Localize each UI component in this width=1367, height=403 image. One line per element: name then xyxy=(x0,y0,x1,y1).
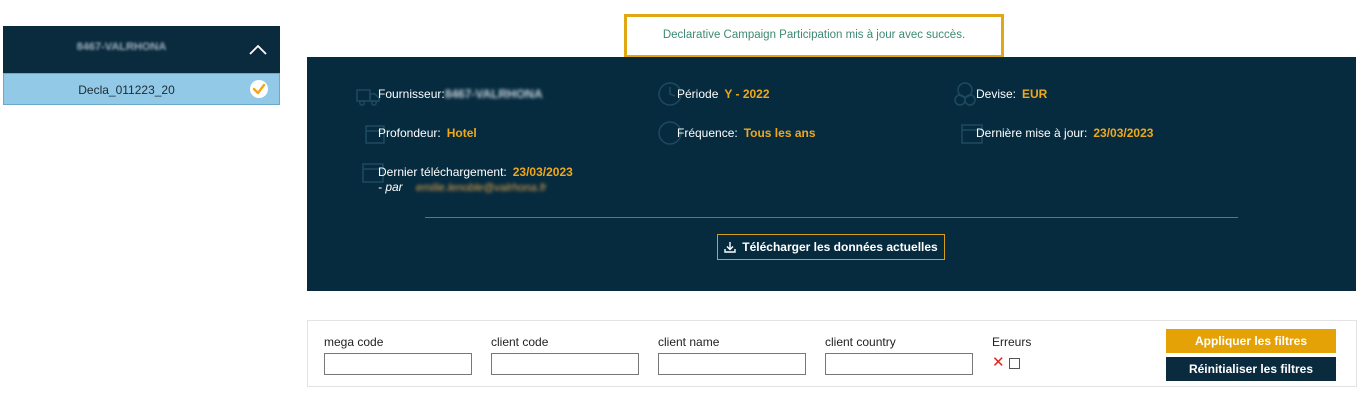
chevron-up-icon[interactable] xyxy=(248,40,268,60)
fournisseur-label: Fournisseur: xyxy=(378,87,445,101)
frequence-value: Tous les ans xyxy=(743,126,816,140)
mega-code-label: mega code xyxy=(324,335,384,349)
errors-label: Erreurs xyxy=(992,335,1032,349)
download-button-label: Télécharger les données actuelles xyxy=(742,240,938,254)
fournisseur-value: 8467-VALRHONA xyxy=(444,87,543,101)
apply-filters-button[interactable]: Appliquer les filtres xyxy=(1166,329,1336,353)
client-code-label: client code xyxy=(491,335,549,349)
client-country-label: client country xyxy=(825,335,896,349)
dernier-telechargement-value: 23/03/2023 xyxy=(512,165,573,179)
par-email: emilie.lenoble@valrhona.fr xyxy=(416,182,547,194)
fournisseur-field: Fournisseur:8467-VALRHONA xyxy=(378,87,543,101)
profondeur-label: Profondeur: xyxy=(378,126,441,140)
dernier-telechargement-field: Dernier téléchargement: 23/03/2023 xyxy=(378,165,573,179)
close-icon[interactable]: ✕ xyxy=(992,355,1005,370)
derniere-maj-field: Dernière mise à jour: 23/03/2023 xyxy=(976,126,1153,140)
filter-bar: mega code client code client name client… xyxy=(307,320,1357,387)
frequence-label: Fréquence: xyxy=(677,126,738,140)
supplier-name: 8467-VALRHONA xyxy=(76,41,167,53)
client-name-label: client name xyxy=(658,335,720,349)
reset-filters-button[interactable]: Réinitialiser les filtres xyxy=(1166,357,1336,381)
profondeur-field: Profondeur: Hotel xyxy=(378,126,477,140)
frequence-field: Fréquence: Tous les ans xyxy=(677,126,816,140)
dernier-telechargement-label: Dernier téléchargement: xyxy=(378,165,507,179)
derniere-maj-value: 23/03/2023 xyxy=(1093,126,1154,140)
download-icon xyxy=(724,242,736,253)
sidebar-item-selected[interactable]: Decla_011223_20 xyxy=(3,73,280,105)
profondeur-value: Hotel xyxy=(446,126,477,140)
client-code-input[interactable] xyxy=(491,353,639,375)
sidebar-item-label: Decla_011223_20 xyxy=(78,83,175,97)
devise-field: Devise: EUR xyxy=(976,87,1047,101)
devise-value: EUR xyxy=(1022,87,1048,101)
devise-label: Devise: xyxy=(976,87,1017,101)
success-toast: Declarative Campaign Participation mis à… xyxy=(624,14,1004,58)
check-circle-icon xyxy=(250,80,268,98)
panel-divider xyxy=(425,217,1238,218)
currency-icon xyxy=(954,82,976,106)
periode-label: Période xyxy=(677,87,719,101)
campaign-group-header[interactable]: 8467-VALRHONA xyxy=(3,26,280,73)
client-country-input[interactable] xyxy=(825,353,973,375)
par-label: - par xyxy=(378,180,403,194)
par-field: - par emilie.lenoble@valrhona.fr xyxy=(378,180,546,194)
periode-field: Période Y - 2022 xyxy=(677,87,770,101)
campaign-info-panel: Fournisseur:8467-VALRHONA Période Y - 202… xyxy=(307,57,1356,291)
mega-code-input[interactable] xyxy=(324,353,472,375)
toast-message: Declarative Campaign Participation mis à… xyxy=(662,29,966,41)
derniere-maj-label: Dernière mise à jour: xyxy=(976,126,1088,140)
periode-value: Y - 2022 xyxy=(724,87,770,101)
client-name-input[interactable] xyxy=(658,353,806,375)
download-current-data-button[interactable]: Télécharger les données actuelles xyxy=(717,234,945,260)
errors-checkbox[interactable] xyxy=(1009,358,1020,369)
